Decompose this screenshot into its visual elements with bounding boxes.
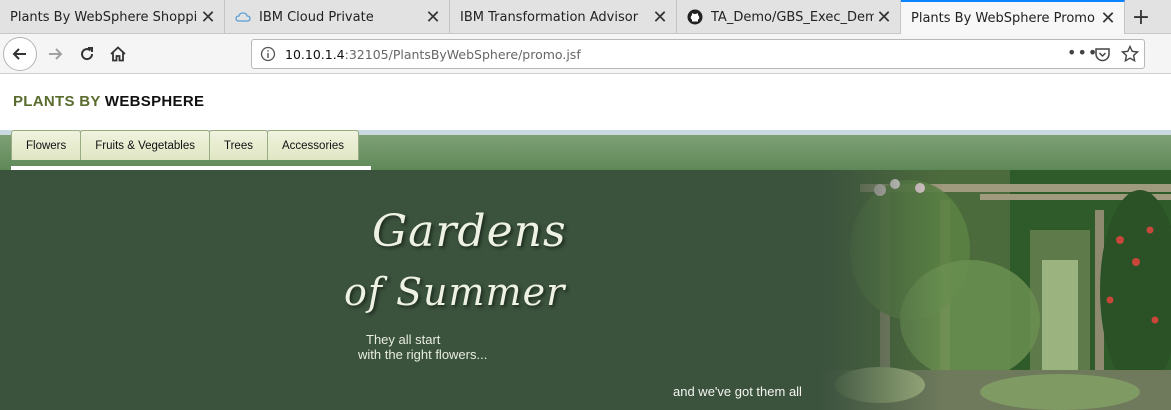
browser-tab-4[interactable]: TA_Demo/GBS_Exec_Demo/S ✕: [677, 0, 901, 34]
github-icon: [687, 9, 703, 25]
tab-title: Plants By WebSphere Promo: [911, 11, 1095, 26]
home-icon: [110, 46, 126, 62]
browser-tab-3[interactable]: IBM Transformation Advisor ✕: [450, 0, 677, 34]
nav-tab-accessories[interactable]: Accessories: [266, 130, 359, 160]
close-icon[interactable]: ✕: [650, 7, 670, 28]
banner-tagline-1: They all start: [366, 332, 441, 347]
site-logo[interactable]: PLANTS BY WEBSPHERE: [13, 93, 204, 110]
pocket-icon[interactable]: [1094, 46, 1111, 63]
close-icon[interactable]: ✕: [423, 7, 443, 28]
close-icon[interactable]: ✕: [1098, 8, 1118, 29]
banner-title-line-1: Gardens: [372, 206, 567, 257]
cloud-icon: [235, 9, 251, 25]
category-tabs: Flowers Fruits & Vegetables Trees Access…: [11, 130, 359, 170]
banner-tagline-2: with the right flowers...: [358, 347, 488, 362]
home-button[interactable]: [103, 39, 133, 69]
page-content: PLANTS BY WEBSPHERE Flowers Fruits & Veg…: [0, 74, 1171, 410]
forward-button[interactable]: [40, 39, 70, 69]
browser-tab-1[interactable]: Plants By WebSphere Shopping ✕: [0, 0, 225, 34]
info-icon[interactable]: [260, 46, 276, 62]
logo-part-2: WEBSPHERE: [104, 93, 205, 110]
url-host: 10.10.1.4: [285, 47, 345, 62]
nav-tab-flowers[interactable]: Flowers: [11, 130, 82, 160]
browser-tab-strip: Plants By WebSphere Shopping ✕ IBM Cloud…: [0, 0, 1171, 35]
logo-part-1: PLANTS BY: [13, 93, 101, 110]
url-text: 10.10.1.4:32105/PlantsByWebSphere/promo.…: [285, 47, 581, 62]
url-bar[interactable]: 10.10.1.4:32105/PlantsByWebSphere/promo.…: [251, 39, 1145, 69]
nav-tab-trees[interactable]: Trees: [209, 130, 268, 160]
banner-title-line-2: of Summer: [344, 270, 566, 314]
close-icon[interactable]: ✕: [874, 7, 894, 28]
url-path: :32105/PlantsByWebSphere/promo.jsf: [344, 47, 581, 62]
tab-title: IBM Transformation Advisor: [460, 9, 639, 25]
back-button[interactable]: [3, 37, 37, 71]
new-tab-button[interactable]: +: [1124, 0, 1158, 34]
forward-arrow-icon: [49, 48, 63, 60]
site-header: PLANTS BY WEBSPHERE: [0, 74, 1171, 130]
banner-tagline-3: and we've got them all: [673, 384, 802, 399]
browser-toolbar: 10.10.1.4:32105/PlantsByWebSphere/promo.…: [0, 34, 1171, 74]
close-icon[interactable]: ✕: [198, 7, 218, 28]
tab-title: TA_Demo/GBS_Exec_Demo/S: [711, 9, 874, 25]
garden-pergola-image: [820, 170, 1171, 410]
nav-tab-fruits-vegetables[interactable]: Fruits & Vegetables: [80, 130, 210, 160]
browser-tab-2[interactable]: IBM Cloud Private ✕: [225, 0, 450, 34]
bookmark-star-icon[interactable]: [1121, 45, 1139, 63]
browser-tab-5-active[interactable]: Plants By WebSphere Promo ✕: [901, 0, 1125, 35]
tab-title: Plants By WebSphere Shopping: [10, 9, 198, 25]
back-arrow-icon: [12, 48, 26, 60]
promo-banner[interactable]: Gardens of Summer They all start with th…: [0, 170, 1171, 410]
tab-title: IBM Cloud Private: [259, 9, 374, 25]
reload-icon: [81, 47, 94, 61]
reload-button[interactable]: [72, 39, 102, 69]
